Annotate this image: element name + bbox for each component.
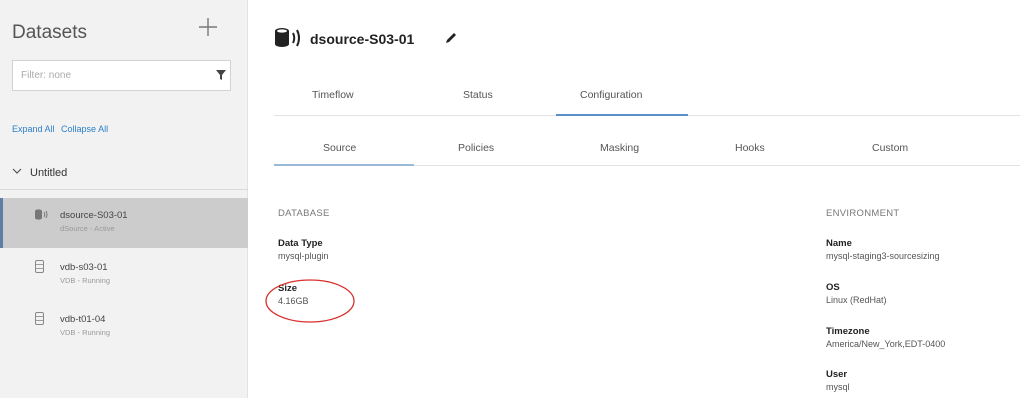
database-icon <box>35 312 44 325</box>
active-subtab-indicator <box>274 164 414 166</box>
env-name-value: mysql-staging3-sourcesizing <box>826 251 940 261</box>
dataset-item-vdb-s03-01[interactable]: vdb-s03-01 VDB - Running <box>0 250 248 300</box>
dataset-status: dSource - Active <box>60 224 115 233</box>
timezone-value: America/New_York,EDT-0400 <box>826 339 946 349</box>
active-tab-indicator <box>556 114 688 116</box>
dsource-database-icon <box>275 28 300 47</box>
sidebar: Datasets Expand All Collapse All Untitle… <box>0 0 248 398</box>
expand-collapse-links: Expand All Collapse All <box>12 124 112 134</box>
chevron-down-icon <box>12 168 22 174</box>
subtab-source[interactable]: Source <box>323 142 356 154</box>
os-label: OS <box>826 282 840 293</box>
annotation-circle <box>265 279 355 323</box>
database-icon <box>35 260 44 273</box>
plus-icon <box>199 18 217 36</box>
tab-timeflow[interactable]: Timeflow <box>312 89 354 101</box>
database-sound-icon <box>35 209 48 220</box>
group-label: Untitled <box>30 167 68 179</box>
main-tabs: Timeflow Status Configuration <box>274 76 1020 116</box>
main-panel: dsource-S03-01 Timeflow Status Configura… <box>248 0 1020 398</box>
user-label: User <box>826 369 848 380</box>
data-type-value: mysql-plugin <box>278 251 329 261</box>
subtab-masking[interactable]: Masking <box>600 142 639 154</box>
dataset-item-dsource-s03-01[interactable]: dsource-S03-01 dSource - Active <box>0 198 248 248</box>
subtab-policies[interactable]: Policies <box>458 142 494 154</box>
expand-all-link[interactable]: Expand All <box>12 124 55 134</box>
subtab-custom[interactable]: Custom <box>872 142 908 154</box>
group-untitled[interactable]: Untitled <box>0 160 248 186</box>
dataset-name: vdb-t01-04 <box>60 314 106 325</box>
database-heading: DATABASE <box>278 208 330 219</box>
add-dataset-button[interactable] <box>195 14 221 40</box>
collapse-all-link[interactable]: Collapse All <box>61 124 108 134</box>
env-name-label: Name <box>826 238 852 249</box>
pencil-icon[interactable] <box>444 31 458 45</box>
data-type-label: Data Type <box>278 238 323 249</box>
timezone-label: Timezone <box>826 326 870 337</box>
dataset-status: VDB - Running <box>60 328 111 337</box>
sidebar-divider <box>0 189 248 190</box>
filter-input[interactable] <box>13 61 203 90</box>
environment-heading: ENVIRONMENT <box>826 208 900 219</box>
filter-icon[interactable] <box>215 69 227 81</box>
sidebar-title: Datasets <box>12 22 87 43</box>
user-value: mysql <box>826 382 850 392</box>
dataset-name: dsource-S03-01 <box>60 210 128 221</box>
config-subtabs: Source Policies Masking Hooks Custom <box>274 130 1020 166</box>
filter-box <box>12 60 231 91</box>
dataset-item-vdb-t01-04[interactable]: vdb-t01-04 VDB - Running <box>0 302 248 352</box>
subtab-hooks[interactable]: Hooks <box>735 142 765 154</box>
tab-configuration[interactable]: Configuration <box>580 89 642 101</box>
dataset-status: VDB - Running <box>60 276 111 285</box>
page-title: dsource-S03-01 <box>310 31 415 47</box>
tab-status[interactable]: Status <box>463 89 493 101</box>
os-value: Linux (RedHat) <box>826 295 887 305</box>
sidebar-header: Datasets <box>0 0 248 56</box>
dataset-name: vdb-s03-01 <box>60 262 108 273</box>
